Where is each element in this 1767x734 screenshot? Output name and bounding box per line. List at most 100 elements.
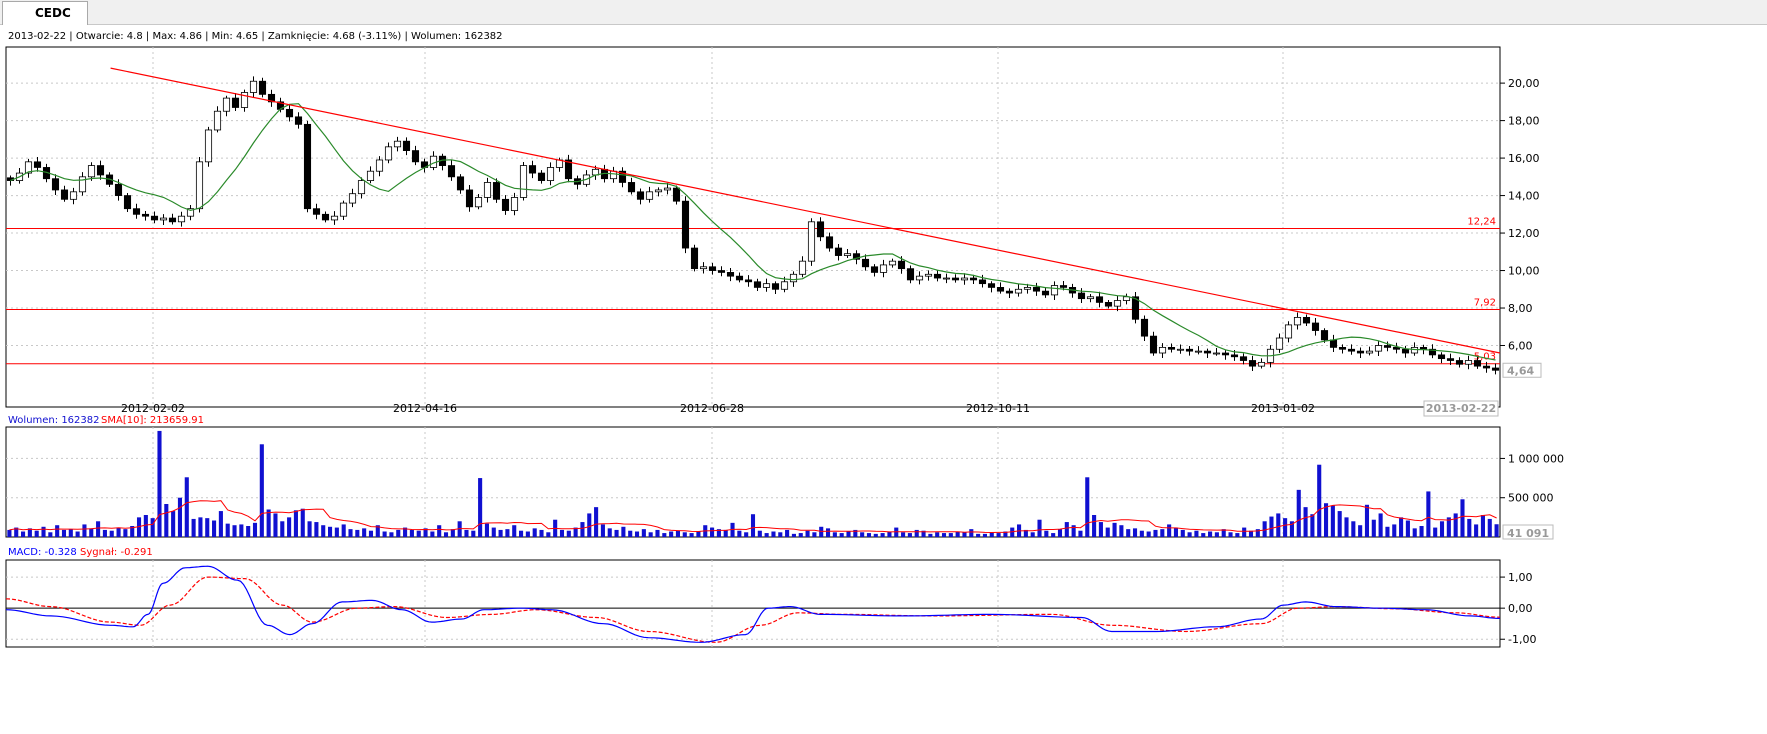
volume-bar xyxy=(293,510,298,537)
volume-bar xyxy=(464,529,469,537)
volume-bar xyxy=(1112,522,1117,537)
volume-bar xyxy=(669,531,674,537)
candle-body xyxy=(681,200,690,249)
volume-bar xyxy=(1044,530,1049,537)
volume-bar xyxy=(675,530,681,537)
candle-body xyxy=(33,161,42,168)
price-frame xyxy=(5,46,1501,408)
macd-title: MACD: -0.328 xyxy=(8,547,77,558)
volume-bar xyxy=(832,532,837,537)
tab-cedc[interactable]: CEDC xyxy=(2,1,88,25)
candle-body xyxy=(978,279,987,285)
candle-body xyxy=(744,279,753,283)
volume-bar xyxy=(218,511,223,537)
volume-bar xyxy=(1330,505,1335,537)
volume-panel: Wolumen: 162382 SMA[10]: 213659.91 1 000… xyxy=(5,415,1564,540)
volume-bar xyxy=(102,529,107,537)
volume-bar xyxy=(559,529,565,537)
tab-bar: CEDC xyxy=(0,0,1767,25)
candle-body xyxy=(807,221,816,262)
volume-bar xyxy=(1296,489,1301,537)
date-tick-label: 2012-04-16 xyxy=(393,402,457,415)
candle-body xyxy=(285,108,294,118)
volume-bar xyxy=(641,529,646,537)
volume-bar xyxy=(396,529,401,537)
candle-body xyxy=(870,266,879,273)
volume-bar xyxy=(628,530,633,537)
candle-body xyxy=(1293,316,1302,326)
sma-line xyxy=(10,103,1496,361)
volume-bar xyxy=(634,531,640,537)
candle-body xyxy=(1284,324,1293,339)
volume-bar xyxy=(539,529,544,537)
volume-bar xyxy=(1085,477,1090,537)
volume-bar xyxy=(914,529,919,537)
volume-bar xyxy=(225,523,230,537)
candle-body xyxy=(1203,350,1212,354)
candle-body xyxy=(141,213,150,217)
candle-body xyxy=(879,264,888,273)
volume-bar xyxy=(928,533,933,537)
price-tick-label: 20,00 xyxy=(1508,77,1540,90)
volume-bar xyxy=(805,530,810,537)
volume-bar xyxy=(355,529,360,537)
volume-bar xyxy=(1098,522,1103,537)
candle-body xyxy=(393,140,402,148)
candle-body xyxy=(330,215,339,221)
volume-bar xyxy=(948,533,953,537)
volume-bar xyxy=(1385,526,1390,537)
price-tick-label: 18,00 xyxy=(1508,115,1540,128)
date-tick-label: 2012-02-02 xyxy=(121,402,185,415)
candle-body xyxy=(735,275,744,281)
candle-body xyxy=(1104,302,1113,307)
price-tick-label: 6,00 xyxy=(1508,340,1533,353)
price-tick-label: 10,00 xyxy=(1508,265,1540,278)
candle-body xyxy=(663,187,672,191)
volume-bar xyxy=(1105,527,1110,537)
volume-bar xyxy=(191,518,196,537)
candle-body xyxy=(717,270,726,273)
volume-bar xyxy=(484,523,489,537)
volume-bar xyxy=(143,515,148,537)
candle-body xyxy=(222,97,231,112)
candle-body xyxy=(1194,350,1203,353)
volume-bar xyxy=(935,532,940,537)
date-tick-label: 2012-06-28 xyxy=(680,402,744,415)
macd-tick-label: 1,00 xyxy=(1508,571,1533,584)
volume-bar xyxy=(1392,524,1397,537)
volume-bar xyxy=(212,520,217,537)
volume-bar xyxy=(266,509,271,537)
volume-bar xyxy=(505,529,510,537)
volume-bar xyxy=(1439,521,1445,537)
candle-body xyxy=(888,260,897,266)
volume-bar xyxy=(982,533,987,537)
candle-body xyxy=(204,129,213,163)
volume-bar xyxy=(1235,533,1240,537)
candle-body xyxy=(753,281,762,288)
volume-bar xyxy=(1153,529,1158,537)
volume-bar xyxy=(68,529,73,537)
candle-body xyxy=(546,167,555,181)
volume-bar xyxy=(1064,522,1069,537)
candle-body xyxy=(231,97,240,108)
volume-bar xyxy=(327,526,333,537)
candle-body xyxy=(1086,296,1095,300)
candle-body xyxy=(60,189,69,200)
volume-bar xyxy=(1474,524,1479,537)
candle-body xyxy=(492,182,501,200)
volume-bar xyxy=(1364,504,1370,537)
candle-body xyxy=(915,275,924,281)
volume-bar xyxy=(1337,511,1342,537)
volume-bar xyxy=(259,444,264,537)
volume-bar xyxy=(764,533,769,537)
candle-body xyxy=(303,123,312,210)
candle-body xyxy=(843,253,852,256)
volume-bar xyxy=(21,531,26,537)
volume-bar xyxy=(450,529,455,537)
last-price-label: 4,64 xyxy=(1507,364,1534,377)
candle-body xyxy=(249,80,258,93)
volume-bar xyxy=(198,517,203,537)
candle-body xyxy=(1032,287,1041,292)
level-label: 7,92 xyxy=(1474,298,1496,309)
volume-bar xyxy=(334,527,339,537)
